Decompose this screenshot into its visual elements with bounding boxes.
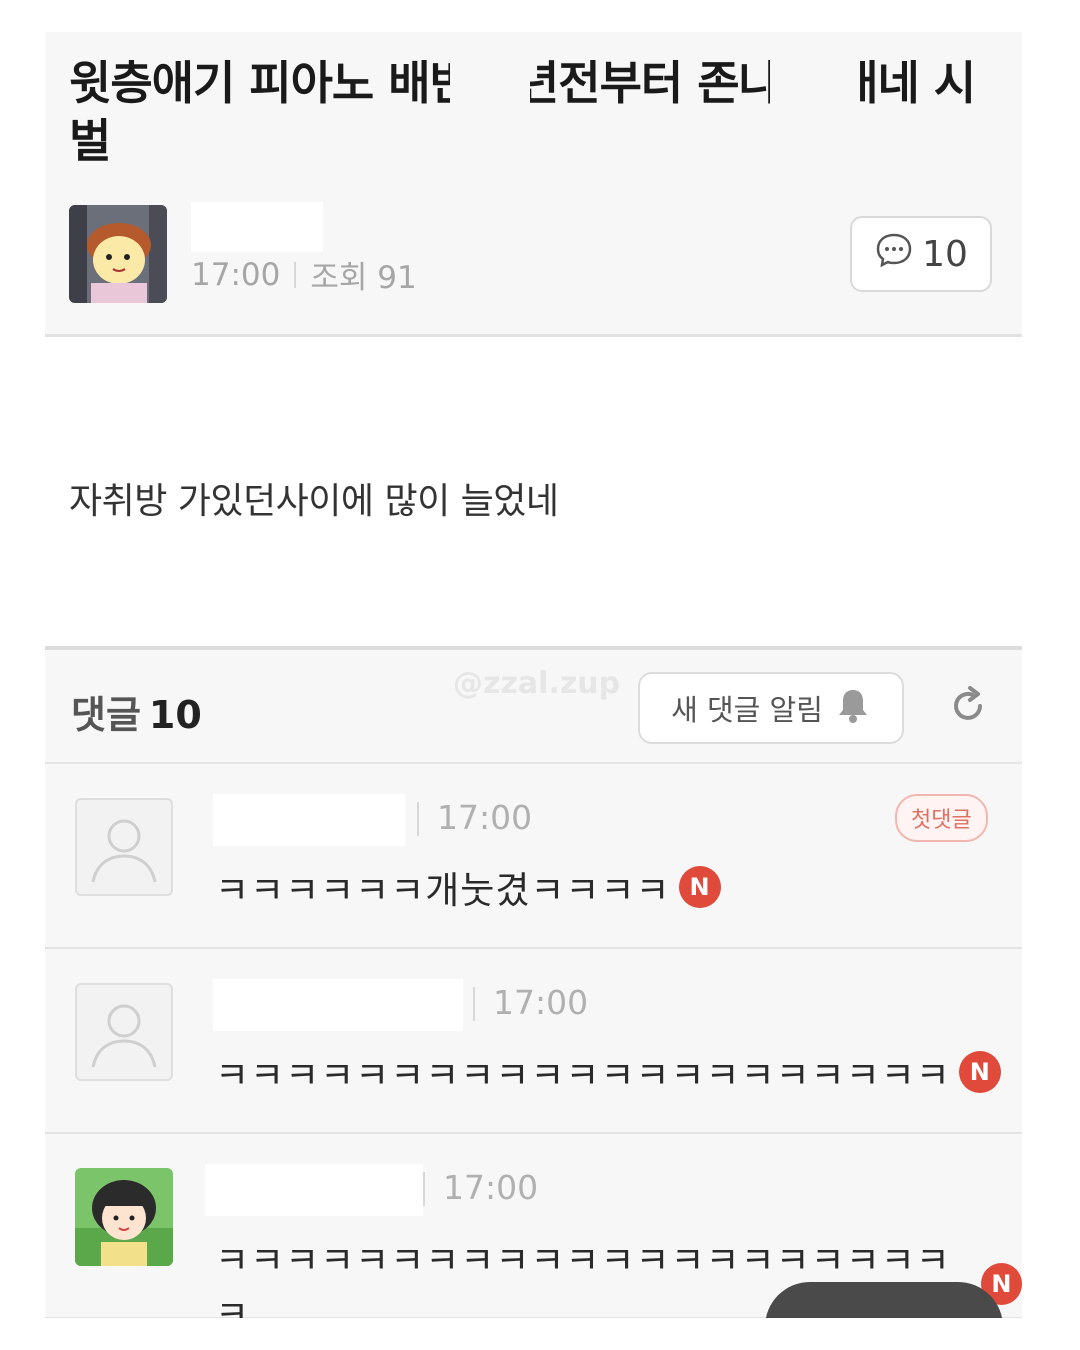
refresh-button[interactable] bbox=[940, 680, 996, 736]
comment-body: ㅋㅋㅋㅋㅋㅋ개눗겼ㅋㅋㅋㅋ bbox=[215, 869, 671, 912]
commenter-name[interactable] bbox=[213, 979, 463, 1031]
comment-count: 10 bbox=[922, 233, 968, 275]
post-meta: 17:00 조회 91 bbox=[191, 252, 417, 297]
meta-divider bbox=[294, 261, 297, 288]
user-avatar[interactable] bbox=[75, 1168, 173, 1266]
comment-count-button[interactable]: 10 bbox=[850, 216, 992, 292]
comment-item: 17:00 ㅋㅋㅋㅋㅋㅋㅋㅋㅋㅋㅋㅋㅋㅋㅋㅋㅋㅋㅋㅋㅋ N bbox=[45, 949, 1022, 1134]
post-time: 17:00 bbox=[191, 256, 281, 293]
comment-text: ㅋㅋㅋㅋㅋㅋㅋㅋㅋㅋㅋㅋㅋㅋㅋㅋㅋㅋㅋㅋㅋ N bbox=[215, 1045, 1001, 1099]
commenter-name[interactable] bbox=[205, 1164, 423, 1216]
floating-action-button[interactable] bbox=[765, 1282, 1003, 1318]
default-avatar-icon[interactable] bbox=[75, 983, 173, 1081]
comments-count: 10 bbox=[148, 693, 202, 737]
meta-divider bbox=[473, 987, 475, 1021]
author-avatar[interactable] bbox=[69, 205, 167, 303]
new-badge: N bbox=[958, 1051, 1001, 1093]
post-header: 윗층애기 피아노 배반 5년전부터 존나 쳐대네 시벌 17:00 조회 91 bbox=[45, 32, 1022, 337]
refresh-icon bbox=[946, 684, 990, 732]
comment-item: 17:00 첫댓글 ㅋㅋㅋㅋㅋㅋ개눗겼ㅋㅋㅋㅋ N bbox=[45, 764, 1022, 949]
post-page: 윗층애기 피아노 배반 5년전부터 존나 쳐대네 시벌 17:00 조회 91 bbox=[45, 32, 1022, 1318]
post-views: 조회 91 bbox=[310, 260, 417, 296]
new-badge: N bbox=[678, 866, 721, 908]
default-avatar-icon[interactable] bbox=[75, 798, 173, 896]
comment-text: ㅋㅋㅋㅋㅋㅋ개눗겼ㅋㅋㅋㅋ N bbox=[215, 860, 721, 914]
comment-body: ㅋㅋㅋㅋㅋㅋㅋㅋㅋㅋㅋㅋㅋㅋㅋㅋㅋㅋㅋㅋㅋ bbox=[215, 1054, 951, 1097]
comment-time: 17:00 bbox=[437, 798, 533, 837]
meta-divider bbox=[417, 802, 419, 836]
comments-label: 댓글 bbox=[71, 693, 141, 737]
comments-header: 댓글 10 @zzal.zup 새 댓글 알림 bbox=[45, 646, 1022, 764]
comment-time: 17:00 bbox=[443, 1168, 539, 1207]
watermark: @zzal.zup bbox=[453, 666, 621, 701]
post-body: 자취방 가있던사이에 많이 늘었네 bbox=[69, 481, 559, 522]
alert-label: 새 댓글 알림 bbox=[671, 693, 823, 727]
comment-time: 17:00 bbox=[493, 983, 589, 1022]
meta-divider bbox=[423, 1172, 425, 1206]
author-name[interactable] bbox=[191, 202, 323, 252]
comment-bubble-icon bbox=[874, 230, 914, 279]
bell-icon bbox=[835, 686, 871, 731]
first-comment-badge: 첫댓글 bbox=[895, 794, 988, 842]
new-comment-alert-button[interactable]: 새 댓글 알림 bbox=[638, 672, 904, 744]
commenter-name[interactable] bbox=[213, 794, 405, 846]
comments-title: 댓글 10 bbox=[71, 684, 202, 739]
redaction bbox=[450, 60, 530, 104]
redaction bbox=[770, 60, 860, 108]
